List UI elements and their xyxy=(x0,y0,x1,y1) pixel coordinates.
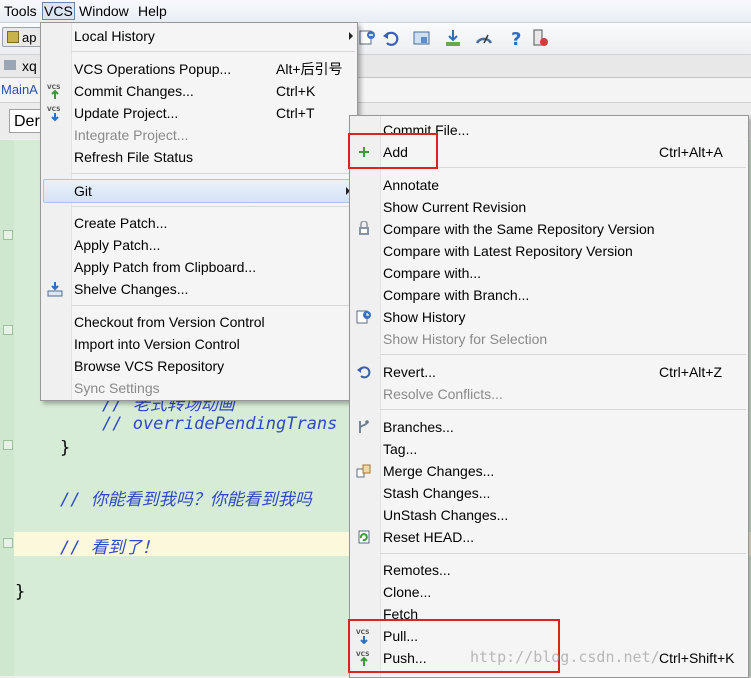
menu-item-shelve-changes[interactable]: Shelve Changes... xyxy=(41,278,357,300)
menu-separator xyxy=(380,167,746,168)
profiler-icon[interactable] xyxy=(474,28,494,48)
menu-tools[interactable]: Tools xyxy=(4,3,37,19)
breadcrumb[interactable]: MainA xyxy=(1,82,38,97)
menu-item-merge-changes[interactable]: Merge Changes... xyxy=(350,460,748,482)
menu-item-unstash-changes[interactable]: UnStash Changes... xyxy=(350,504,748,526)
menu-item-commit-changes[interactable]: VCS Commit Changes... Ctrl+K xyxy=(41,80,357,102)
code-line: } xyxy=(60,438,71,458)
menu-item-annotate[interactable]: Annotate xyxy=(350,174,748,196)
svg-text:?: ? xyxy=(511,29,521,48)
compare-icon xyxy=(356,220,372,237)
menu-separator xyxy=(71,206,355,207)
menu-item-vcs-operations-popup[interactable]: VCS Operations Popup... Alt+后引号 xyxy=(41,58,357,80)
revert-icon xyxy=(356,364,372,380)
menu-separator xyxy=(380,553,746,554)
menu-item-create-patch[interactable]: Create Patch... xyxy=(41,212,357,234)
fold-marker-icon[interactable] xyxy=(3,230,13,240)
plus-icon xyxy=(356,144,372,160)
menu-item-commit-file[interactable]: Commit File... xyxy=(350,119,748,141)
svg-text:VCS: VCS xyxy=(356,629,369,636)
folder-icon[interactable] xyxy=(412,28,432,48)
shelve-icon xyxy=(47,281,63,297)
vcs-pull-icon: VCS xyxy=(356,628,372,645)
menu-item-stash-changes[interactable]: Stash Changes... xyxy=(350,482,748,504)
menu-item-compare-latest-repo-version[interactable]: Compare with Latest Repository Version xyxy=(350,240,748,262)
svg-text:VCS: VCS xyxy=(356,651,369,658)
menu-item-add[interactable]: Add Ctrl+Alt+A xyxy=(350,141,748,163)
menu-item-apply-patch-clipboard[interactable]: Apply Patch from Clipboard... xyxy=(41,256,357,278)
android-module-icon xyxy=(7,31,19,43)
menu-item-apply-patch[interactable]: Apply Patch... xyxy=(41,234,357,256)
menu-vcs[interactable]: VCS xyxy=(42,2,75,20)
menu-item-resolve-conflicts: Resolve Conflicts... xyxy=(383,386,503,402)
reset-icon xyxy=(356,529,372,545)
git-submenu: Commit File... Add Ctrl+Alt+A Annotate Sh… xyxy=(349,115,749,678)
menu-separator xyxy=(71,305,355,306)
menu-item-compare-with-branch[interactable]: Compare with Branch... xyxy=(350,284,748,306)
code-line: // 你能看到我吗？你能看到我吗 xyxy=(60,490,312,510)
merge-icon xyxy=(356,463,372,479)
submenu-arrow-icon xyxy=(349,32,353,40)
run-config-combo[interactable]: ap xyxy=(2,27,42,47)
menu-item-pull[interactable]: VCS Pull... xyxy=(350,625,748,647)
menu-item-compare-with[interactable]: Compare with... xyxy=(350,262,748,284)
watermark: http://blog.csdn.net/ xyxy=(470,648,660,666)
fold-marker-icon[interactable] xyxy=(3,538,13,548)
vcs-menu: Local History VCS Operations Popup... Alt… xyxy=(40,22,358,401)
code-line: } xyxy=(15,582,26,602)
menu-item-integrate-project: Integrate Project... xyxy=(74,127,189,143)
menu-item-show-current-revision[interactable]: Show Current Revision xyxy=(350,196,748,218)
vcs-update-icon[interactable] xyxy=(357,28,377,48)
svg-text:VCS: VCS xyxy=(47,84,60,91)
vcs-commit-icon: VCS xyxy=(47,83,63,99)
menu-bar: Tools VCS Window Help xyxy=(0,0,751,23)
menu-item-revert[interactable]: Revert... Ctrl+Alt+Z xyxy=(350,361,748,383)
menu-separator xyxy=(71,173,355,174)
menu-item-browse-vcs-repository[interactable]: Browse VCS Repository xyxy=(41,355,357,377)
device-icon[interactable] xyxy=(530,28,550,48)
branch-icon xyxy=(356,419,372,435)
revert-icon[interactable] xyxy=(381,28,401,48)
menu-item-local-history[interactable]: Local History xyxy=(41,25,357,47)
menu-item-checkout-from-vc[interactable]: Checkout from Version Control xyxy=(41,311,357,333)
folder-icon xyxy=(4,60,16,70)
menu-item-refresh-file-status[interactable]: Refresh File Status xyxy=(41,146,357,168)
menu-item-import-into-vc[interactable]: Import into Version Control xyxy=(41,333,357,355)
menu-item-sync-settings: Sync Settings xyxy=(41,377,357,399)
code-line: // 看到了！ xyxy=(60,538,159,558)
menu-separator xyxy=(380,409,746,410)
menu-item-git[interactable]: Git xyxy=(43,179,355,203)
menu-item-branches[interactable]: Branches... xyxy=(350,416,748,438)
vcs-update-icon: VCS xyxy=(47,105,63,122)
fold-marker-icon[interactable] xyxy=(3,325,13,335)
help-icon[interactable]: ? xyxy=(506,28,526,50)
menu-item-reset-head[interactable]: Reset HEAD... xyxy=(350,526,748,548)
vcs-push-icon: VCS xyxy=(356,650,372,666)
menu-item-update-project[interactable]: VCS Update Project... Ctrl+T xyxy=(41,102,357,124)
tab-label[interactable]: xq xyxy=(22,58,37,74)
menu-window[interactable]: Window xyxy=(79,3,129,19)
menu-item-tag[interactable]: Tag... xyxy=(350,438,748,460)
menu-separator xyxy=(71,51,355,52)
sdk-icon[interactable] xyxy=(443,28,463,48)
history-icon xyxy=(356,309,372,325)
menu-item-remotes[interactable]: Remotes... xyxy=(350,559,748,581)
code-line: // overridePendingTrans xyxy=(102,414,338,434)
svg-text:VCS: VCS xyxy=(47,106,60,113)
menu-item-compare-same-repo-version[interactable]: Compare with the Same Repository Version xyxy=(350,218,748,240)
menu-item-clone[interactable]: Clone... xyxy=(350,581,748,603)
fold-marker-icon[interactable] xyxy=(3,440,13,450)
menu-separator xyxy=(380,354,746,355)
menu-item-show-history[interactable]: Show History xyxy=(350,306,748,328)
menu-help[interactable]: Help xyxy=(138,3,167,19)
menu-item-show-history-selection: Show History for Selection xyxy=(383,331,548,347)
menu-item-fetch[interactable]: Fetch xyxy=(350,603,748,625)
editor-gutter xyxy=(0,140,14,676)
